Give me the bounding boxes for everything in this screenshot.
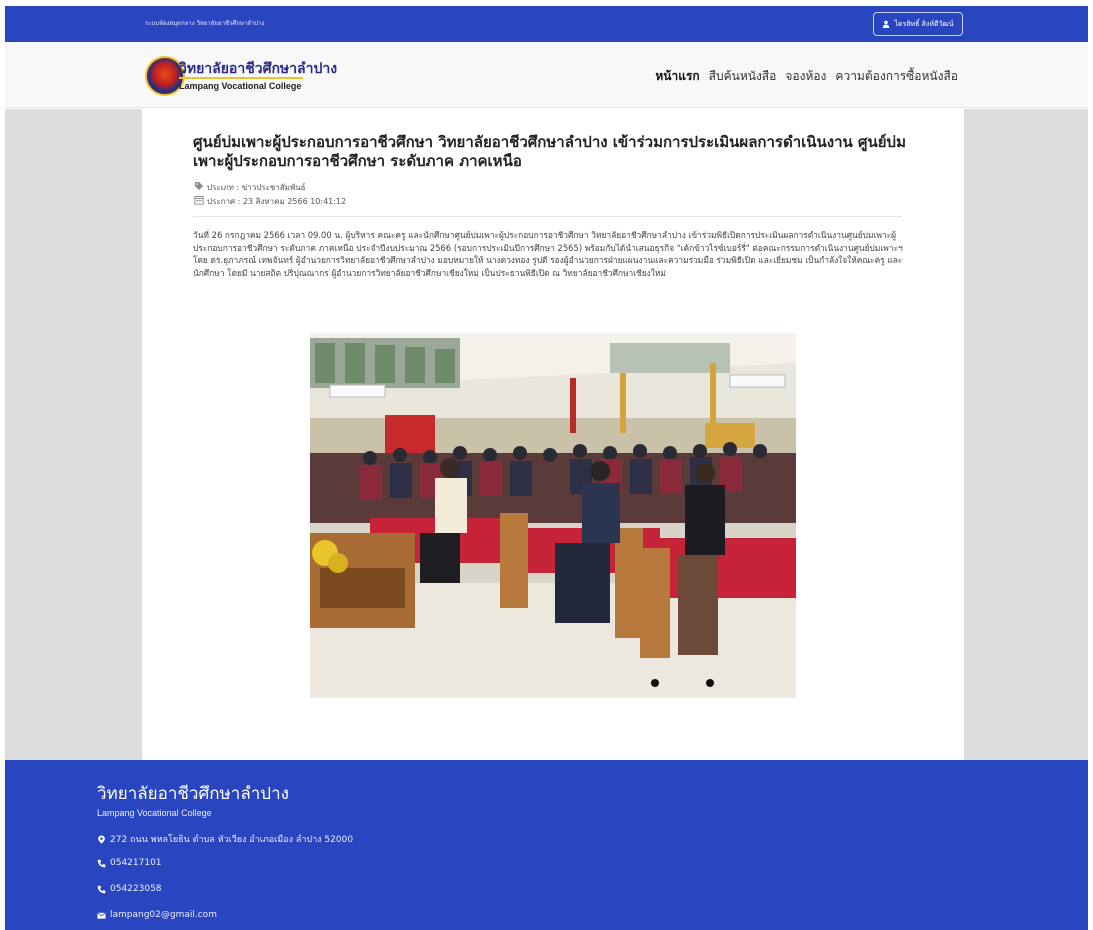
- footer-title: วิทยาลัยอาชีวศึกษาลำปาง: [97, 784, 289, 804]
- footer-address-text: 272 ถนน พหลโยธิน ตำบล หัวเวียง อำเภอเมือ…: [110, 835, 354, 845]
- footer-address: 272 ถนน พหลโยธิน ตำบล หัวเวียง อำเภอเมือ…: [97, 832, 353, 846]
- user-name: ไตรสิทธิ์ สิงห์ตีวัฒน์: [894, 19, 954, 28]
- event-photo-image: [310, 333, 796, 698]
- article-title: ศูนย์บ่มเพาะผู้ประกอบการอาชีวศึกษา วิทยา…: [193, 133, 906, 170]
- phone-icon: [97, 859, 106, 867]
- site-footer: วิทยาลัยอาชีวศึกษาลำปาง Lampang Vocation…: [5, 760, 1088, 930]
- user-icon: [883, 20, 890, 28]
- article-photo: [310, 333, 796, 698]
- top-bar: ระบบห้องสมุดกลาง วิทยาลัยอาชีวศึกษาลำปาง…: [5, 6, 1088, 42]
- footer-phone-1-text: 054217101: [110, 858, 162, 868]
- footer-email[interactable]: lampang02@gmail.com: [97, 910, 217, 920]
- map-marker-icon: [98, 834, 105, 844]
- site-header: วิทยาลัยอาชีวศึกษาลำปาง Lampang Vocation…: [5, 42, 1088, 108]
- nav-book-room[interactable]: จองห้อง: [785, 67, 826, 86]
- brand-underline: [179, 77, 303, 79]
- nav-home[interactable]: หน้าแรก: [655, 67, 699, 86]
- calendar-icon: [194, 196, 204, 205]
- article-posted-date: ประกาศ : 23 สิงหาคม 2566 10:41:12: [207, 197, 347, 206]
- user-account-button[interactable]: ไตรสิทธิ์ สิงห์ตีวัฒน์: [873, 12, 963, 36]
- footer-phone-2[interactable]: 054223058: [97, 884, 162, 894]
- footer-email-text: lampang02@gmail.com: [110, 910, 217, 920]
- nav-book-requests[interactable]: ความต้องการซื้อหนังสือ: [835, 67, 958, 86]
- phone-icon: [97, 885, 106, 893]
- envelope-icon: [97, 911, 106, 919]
- footer-phone-1[interactable]: 054217101: [97, 858, 162, 868]
- article-divider: [193, 216, 902, 217]
- tag-icon: [195, 182, 203, 190]
- system-title: ระบบห้องสมุดกลาง วิทยาลัยอาชีวศึกษาลำปาง: [145, 20, 265, 27]
- article-body: วันที่ 26 กรกฎาคม 2566 เวลา 09.00 น. ผู้…: [193, 230, 903, 278]
- article-category: ประเภท : ข่าวประชาสัมพันธ์: [207, 183, 306, 192]
- brand-name-english: Lampang Vocational College: [179, 81, 302, 91]
- main-nav: หน้าแรก สืบค้นหนังสือ จองห้อง ความต้องกา…: [655, 67, 958, 86]
- nav-search-books[interactable]: สืบค้นหนังสือ: [709, 67, 777, 86]
- footer-phone-2-text: 054223058: [110, 884, 162, 894]
- footer-subtitle: Lampang Vocational College: [97, 808, 212, 818]
